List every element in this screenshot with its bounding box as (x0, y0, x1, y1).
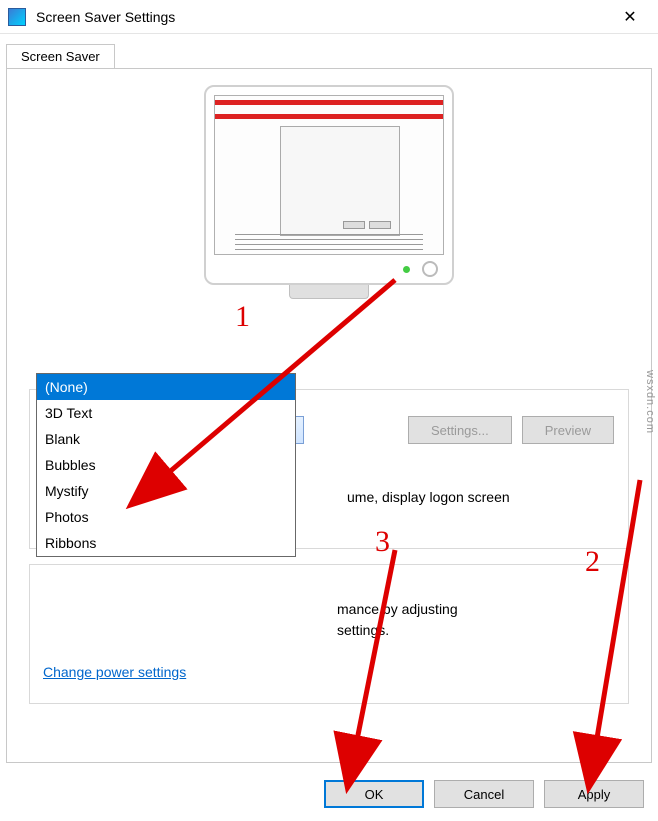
watermark: wsxdn.com (644, 370, 656, 434)
power-link-wrap: Change power settings (43, 664, 186, 680)
option-none[interactable]: (None) (37, 374, 295, 400)
group-power-management (29, 564, 629, 704)
window-title: Screen Saver Settings (36, 9, 610, 25)
tab-label: Screen Saver (21, 49, 100, 64)
option-bubbles[interactable]: Bubbles (37, 452, 295, 478)
cancel-button[interactable]: Cancel (434, 780, 534, 808)
option-3d-text[interactable]: 3D Text (37, 400, 295, 426)
screen-saver-dropdown-list[interactable]: (None) 3D Text Blank Bubbles Mystify Pho… (36, 373, 296, 557)
ok-button[interactable]: OK (324, 780, 424, 808)
option-ribbons[interactable]: Ribbons (37, 530, 295, 556)
monitor-led-icon (403, 266, 410, 273)
app-icon (8, 8, 26, 26)
tab-screen-saver[interactable]: Screen Saver (6, 44, 115, 69)
resume-label-fragment: ume, display logon screen (347, 489, 510, 505)
monitor-stand (289, 285, 369, 299)
preview-monitor (204, 85, 454, 285)
option-photos[interactable]: Photos (37, 504, 295, 530)
close-icon: ✕ (623, 7, 636, 27)
tab-bar: Screen Saver (0, 40, 658, 68)
power-text-fragment: mance by adjusting settings. (337, 599, 497, 641)
option-blank[interactable]: Blank (37, 426, 295, 452)
apply-button[interactable]: Apply (544, 780, 644, 808)
change-power-settings-link[interactable]: Change power settings (43, 664, 186, 680)
preview-screen (214, 95, 444, 255)
monitor-power-icon (422, 261, 438, 277)
dialog-buttons: OK Cancel Apply (324, 780, 644, 808)
settings-button[interactable]: Settings... (408, 416, 512, 444)
preview-button[interactable]: Preview (522, 416, 614, 444)
close-button[interactable]: ✕ (610, 3, 650, 31)
title-bar: Screen Saver Settings ✕ (0, 0, 658, 34)
preview-inner-dialog (280, 126, 400, 236)
preview-monitor-wrap (7, 85, 651, 299)
option-mystify[interactable]: Mystify (37, 478, 295, 504)
